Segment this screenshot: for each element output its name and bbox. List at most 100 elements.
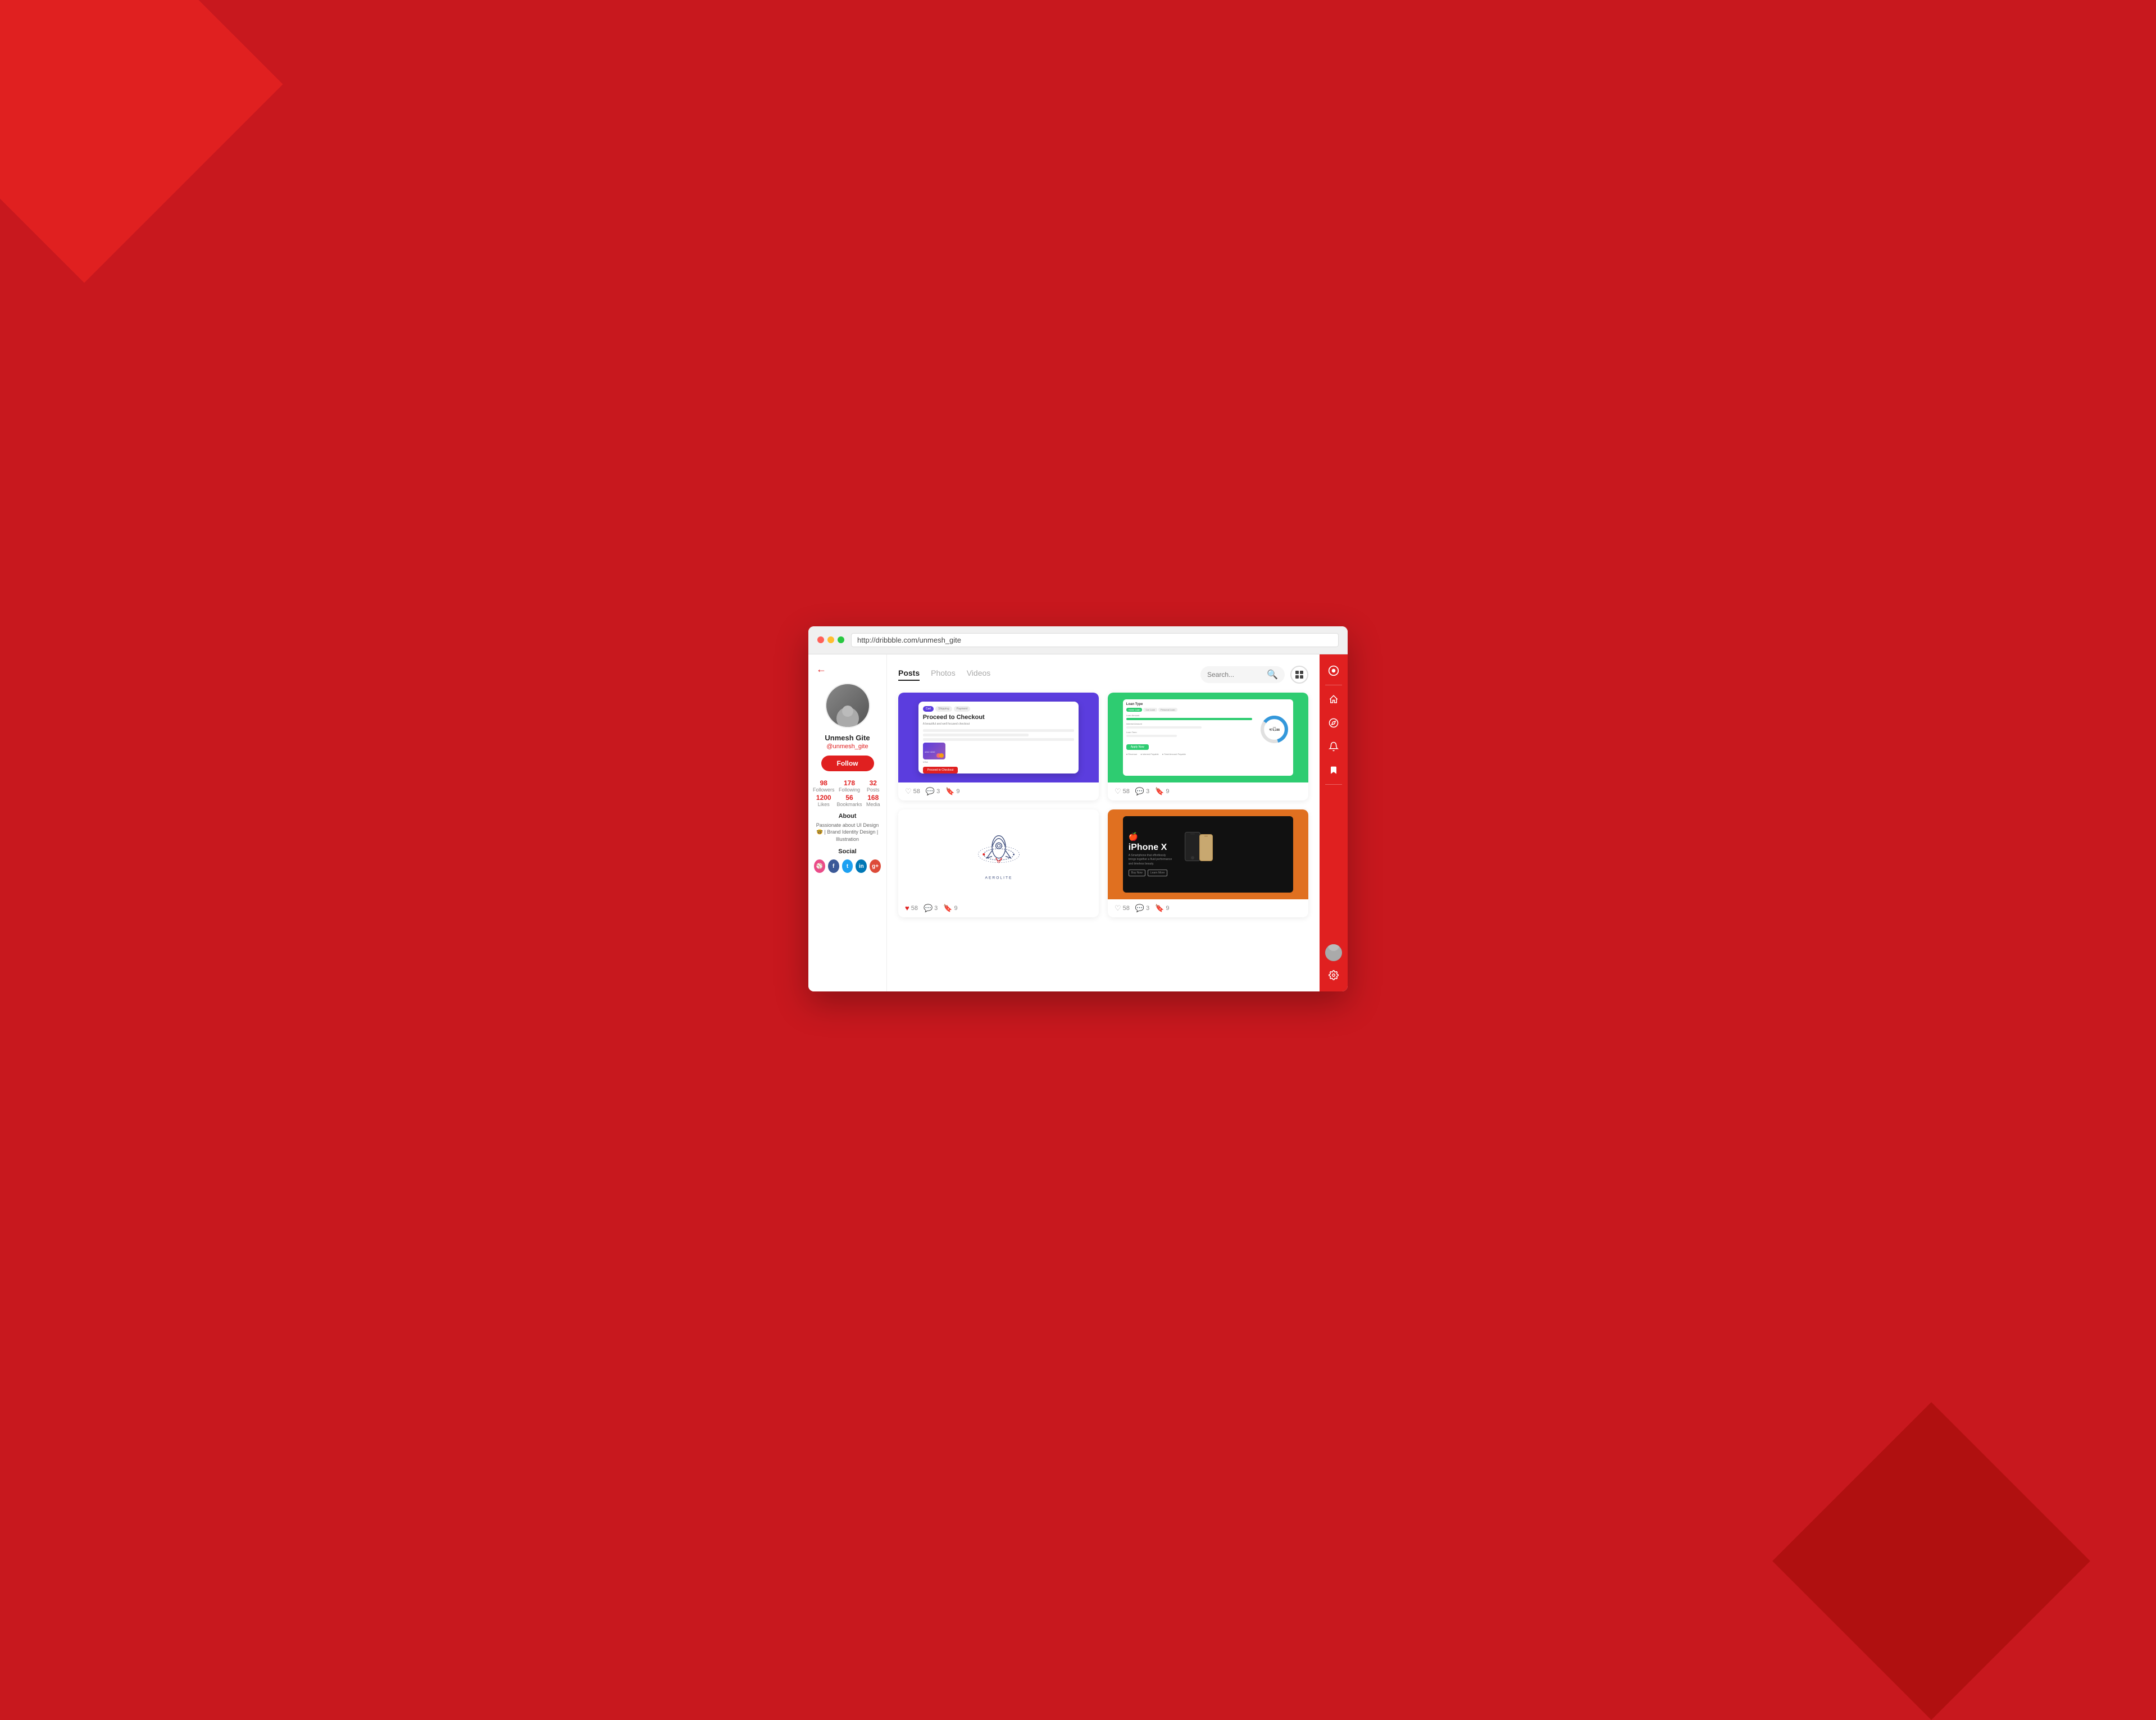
bookmark-nav-icon[interactable] — [1324, 761, 1343, 780]
stats-grid: 98 Followers 178 Following 32 Posts 1200… — [808, 779, 886, 807]
post-actions-loan: ♡ 58 💬 3 🔖 9 — [1108, 782, 1308, 800]
settings-nav-icon[interactable] — [1324, 966, 1343, 985]
facebook-icon[interactable]: f — [828, 859, 839, 873]
main-content: Posts Photos Videos 🔍 — [887, 654, 1320, 991]
checkout-title: Proceed to Checkout — [923, 714, 1075, 721]
likes-value: 1200 — [813, 794, 835, 802]
stat-bookmarks: 56 Bookmarks — [837, 794, 862, 807]
checkout-sub: A beautiful and well focused checkout — [923, 722, 1075, 726]
bookmarks-count-loan: 9 — [1166, 788, 1169, 795]
bookmarks-label: Bookmarks — [837, 802, 862, 807]
post-actions-aerolite: ♥ 58 💬 3 🔖 9 — [898, 899, 1099, 917]
left-sidebar: ← Unmesh Gite @unmesh_gite Follow 98 Fol… — [808, 654, 887, 991]
url-bar[interactable]: http://dribbble.com/unmesh_gite — [851, 633, 1339, 647]
post-card-loan: Loan Type Home Loan Car Loan Personal Lo… — [1108, 693, 1308, 800]
profile-name: Unmesh Gite — [825, 734, 870, 742]
likes-label: Likes — [813, 802, 835, 807]
comment-icon-iphone[interactable]: 💬 — [1135, 904, 1144, 913]
post-actions-checkout: ♡ 58 💬 3 🔖 9 — [898, 782, 1099, 800]
bookmark-loan-icon[interactable]: 🔖 — [1155, 787, 1164, 796]
likes-group-loan: ♡ 58 — [1115, 787, 1130, 796]
about-text: Passionate about UI Design 🤓 | Brand Ide… — [814, 822, 881, 843]
dribbble-icon[interactable]: ⚾ — [814, 859, 825, 873]
likes-count: 58 — [913, 788, 920, 795]
comments-group-aerolite: 💬 3 — [924, 904, 938, 913]
post-card-checkout: Cart Shipping Payment Proceed to Checkou… — [898, 693, 1099, 800]
comments-group: 💬 3 — [926, 787, 940, 796]
browser-dots — [817, 636, 844, 643]
post-card-iphone: 🍎 iPhone X A Smartphone that effortlessl… — [1108, 809, 1308, 917]
google-icon[interactable]: g+ — [870, 859, 881, 873]
posts-value: 32 — [865, 779, 882, 787]
tabs-bar: Posts Photos Videos 🔍 — [898, 666, 1308, 684]
social-title: Social — [814, 848, 881, 855]
search-input[interactable] — [1207, 671, 1263, 679]
stat-following: 178 Following — [837, 779, 862, 793]
media-label: Media — [865, 802, 882, 807]
bookmarks-group-aerolite: 🔖 9 — [943, 904, 957, 913]
following-label: Following — [837, 787, 862, 793]
minimize-dot[interactable] — [827, 636, 834, 643]
followers-label: Followers — [813, 787, 835, 793]
follow-button[interactable]: Follow — [821, 756, 874, 771]
heart-icon-aerolite[interactable]: ♥ — [905, 904, 909, 912]
comment-icon-loan[interactable]: 💬 — [1135, 787, 1144, 796]
tab-photos[interactable]: Photos — [931, 668, 956, 681]
browser-toolbar: http://dribbble.com/unmesh_gite — [808, 626, 1348, 654]
search-icon[interactable]: 🔍 — [1267, 669, 1278, 680]
heart-icon[interactable]: ♡ — [905, 787, 912, 796]
sidebar-divider-2 — [1325, 784, 1342, 785]
user-avatar[interactable] — [1325, 944, 1342, 961]
likes-count-loan: 58 — [1123, 788, 1130, 795]
svg-text:AEROLITE: AEROLITE — [985, 876, 1012, 880]
home-nav-icon[interactable] — [1324, 690, 1343, 709]
iphone-tagline: A Smartphone that effortlessly brings to… — [1129, 854, 1173, 867]
social-icons: ⚾ f t in g+ — [814, 859, 881, 873]
comment-icon-aerolite[interactable]: 💬 — [924, 904, 933, 913]
stat-followers: 98 Followers — [813, 779, 835, 793]
linkedin-icon[interactable]: in — [856, 859, 867, 873]
likes-group: ♡ 58 — [905, 787, 920, 796]
twitter-icon[interactable]: t — [842, 859, 853, 873]
post-thumbnail-aerolite[interactable]: AEROLITE — [898, 809, 1099, 899]
post-thumbnail-iphone[interactable]: 🍎 iPhone X A Smartphone that effortlessl… — [1108, 809, 1308, 899]
likes-group-iphone: ♡ 58 — [1115, 904, 1130, 913]
maximize-dot[interactable] — [838, 636, 844, 643]
comment-icon[interactable]: 💬 — [926, 787, 935, 796]
bookmarks-count-iphone: 9 — [1166, 905, 1169, 912]
following-value: 178 — [837, 779, 862, 787]
bookmark-save-icon[interactable]: 🔖 — [945, 787, 954, 796]
about-section: About Passionate about UI Design 🤓 | Bra… — [808, 813, 886, 843]
tab-posts[interactable]: Posts — [898, 668, 920, 681]
social-section: Social ⚾ f t in g+ — [808, 848, 886, 873]
profile-username: @unmesh_gite — [826, 743, 868, 750]
grid-icon — [1295, 671, 1303, 679]
likes-group-aerolite: ♥ 58 — [905, 904, 918, 912]
comments-group-iphone: 💬 3 — [1135, 904, 1149, 913]
likes-count-iphone: 58 — [1123, 905, 1130, 912]
explore-nav-icon[interactable] — [1324, 713, 1343, 732]
stat-posts: 32 Posts — [865, 779, 882, 793]
back-button[interactable]: ← — [808, 663, 826, 675]
post-thumbnail-loan[interactable]: Loan Type Home Loan Car Loan Personal Lo… — [1108, 693, 1308, 782]
comments-group-loan: 💬 3 — [1135, 787, 1149, 796]
bookmarks-value: 56 — [837, 794, 862, 802]
post-thumbnail-checkout[interactable]: Cart Shipping Payment Proceed to Checkou… — [898, 693, 1099, 782]
bookmarks-count-aerolite: 9 — [954, 905, 957, 912]
close-dot[interactable] — [817, 636, 824, 643]
followers-value: 98 — [813, 779, 835, 787]
heart-icon-loan[interactable]: ♡ — [1115, 787, 1121, 796]
tabs: Posts Photos Videos — [898, 668, 1200, 681]
likes-count-aerolite: 58 — [911, 905, 918, 912]
heart-icon-iphone[interactable]: ♡ — [1115, 904, 1121, 913]
stat-media: 168 Media — [865, 794, 882, 807]
bookmark-aerolite-icon[interactable]: 🔖 — [943, 904, 952, 913]
brand-logo-icon — [1324, 661, 1343, 680]
media-value: 168 — [865, 794, 882, 802]
grid-view-button[interactable] — [1290, 666, 1308, 684]
tab-videos[interactable]: Videos — [967, 668, 991, 681]
posts-label: Posts — [865, 787, 882, 793]
notification-nav-icon[interactable] — [1324, 737, 1343, 756]
bookmark-iphone-icon[interactable]: 🔖 — [1155, 904, 1164, 913]
about-title: About — [814, 813, 881, 820]
